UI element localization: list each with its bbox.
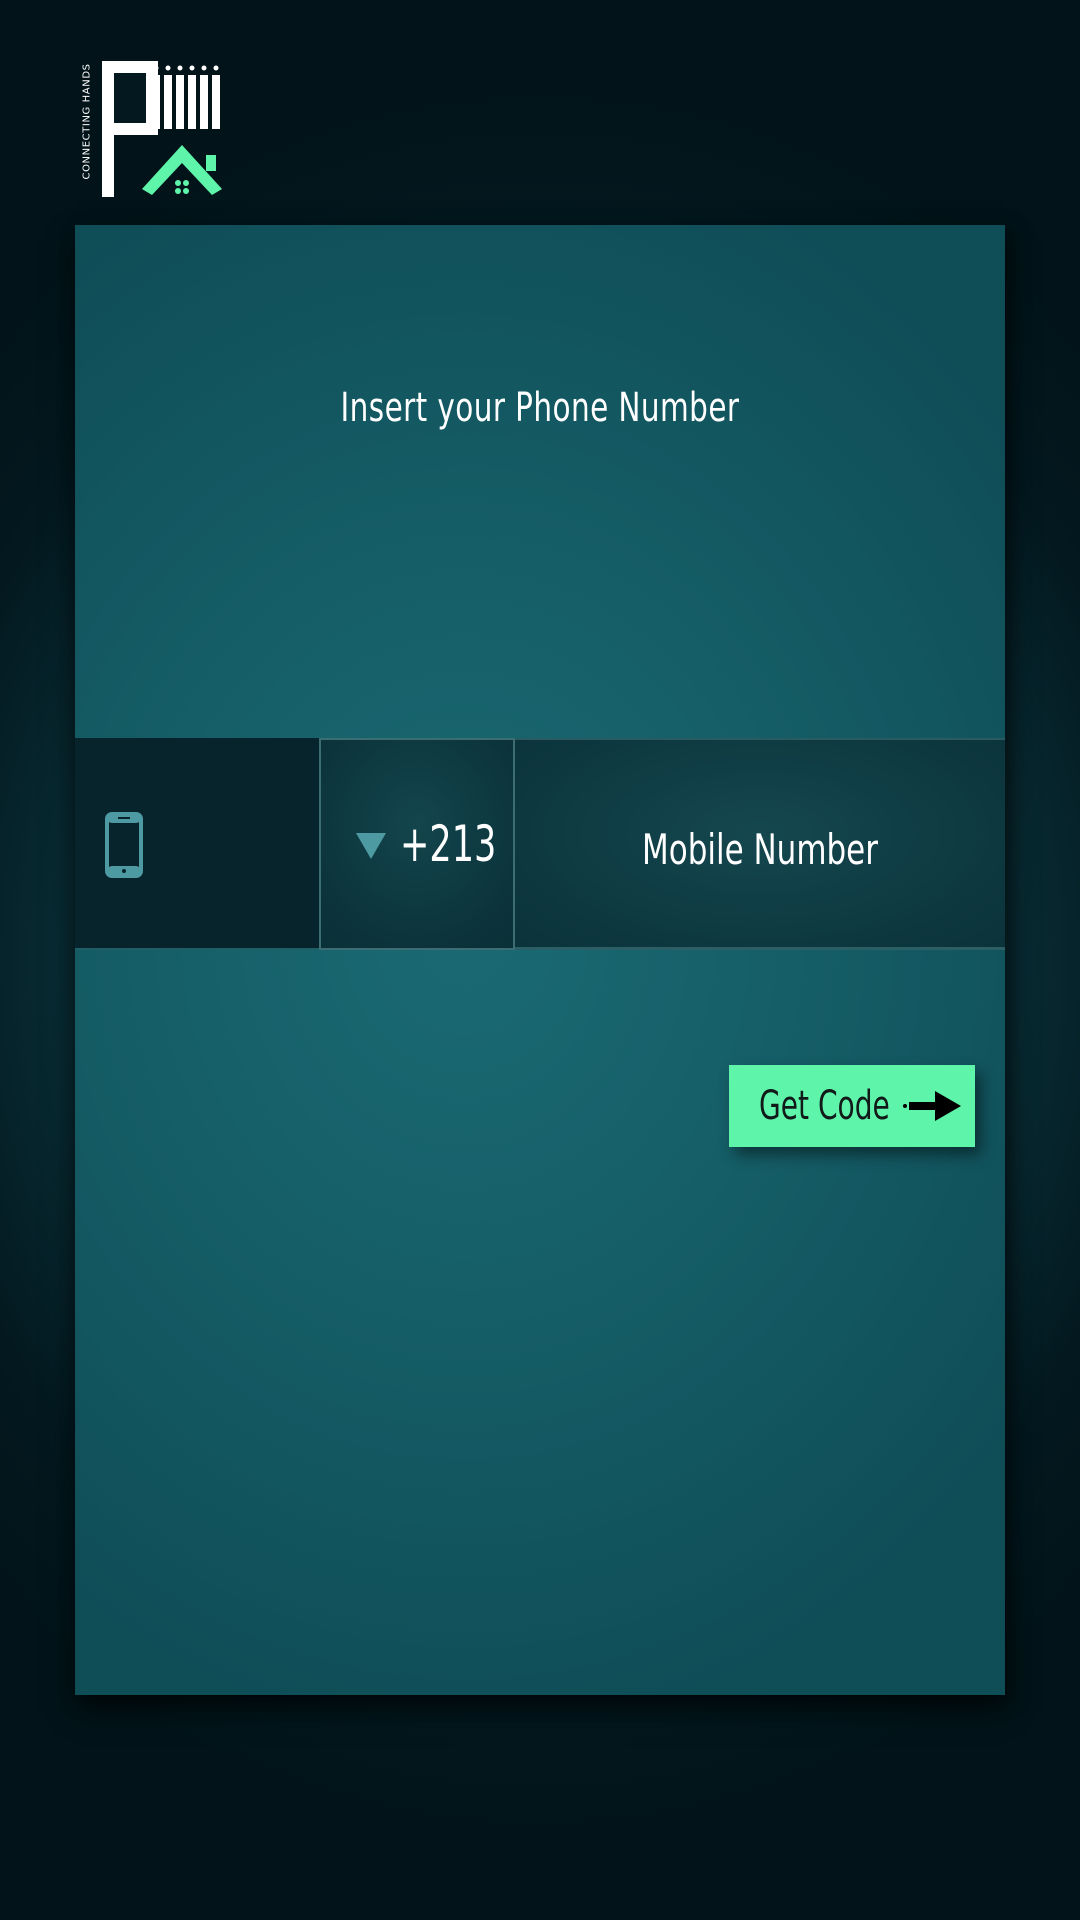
get-code-button[interactable]: Get Code — [729, 1065, 975, 1147]
country-code-value: +213 — [400, 815, 497, 873]
country-code-dropdown[interactable]: +213 — [319, 738, 515, 950]
mobile-number-input[interactable] — [559, 734, 961, 953]
brand-logo-icon — [102, 61, 222, 197]
phone-input-row: +213 — [75, 734, 1005, 953]
mobile-phone-icon — [105, 812, 143, 878]
arrow-right-icon — [903, 1091, 961, 1121]
triangle-down-icon — [356, 833, 386, 859]
page-title: Insert your Phone Number — [340, 385, 740, 431]
get-code-label: Get Code — [759, 1083, 890, 1129]
mobile-number-field-container — [515, 734, 1005, 953]
brand-tagline: CONNECTING HANDS — [81, 63, 93, 180]
brand-logo: CONNECTING HANDS — [76, 55, 226, 205]
phone-entry-card: Insert your Phone Number +213 Get Code — [75, 225, 1005, 1695]
phone-icon-box — [75, 738, 319, 950]
